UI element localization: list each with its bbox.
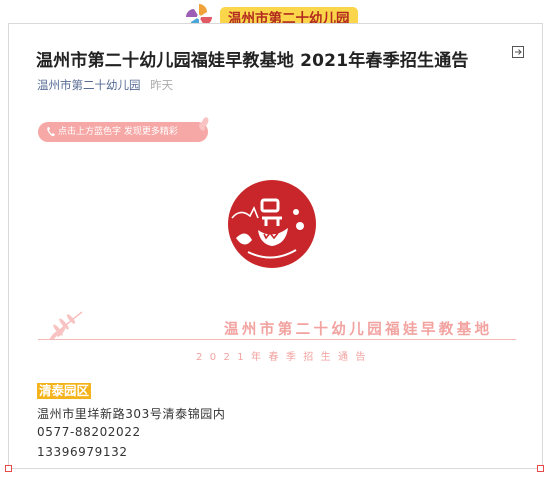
phone-icon: [47, 127, 55, 137]
campus-phone[interactable]: 0577-88202022: [37, 425, 141, 439]
resize-handle-bottom-left[interactable]: [5, 465, 12, 472]
publish-time: 昨天: [150, 78, 174, 92]
account-link[interactable]: 温州市第二十幼儿园: [37, 78, 141, 92]
banner-title: 温州市第二十幼儿园福娃早教基地: [224, 322, 493, 338]
campus-mobile[interactable]: 13396979132: [37, 445, 128, 459]
campus-name: 清泰园区: [37, 383, 92, 399]
article-meta: 温州市第二十幼儿园 昨天: [37, 77, 173, 93]
article-title: 温州市第二十幼儿园福娃早教基地 2021年春季招生通告: [36, 51, 469, 71]
resize-handle-bottom-right[interactable]: [537, 465, 544, 472]
school-logo: [228, 180, 316, 268]
exit-icon[interactable]: [512, 46, 524, 58]
campus-address: 温州市里垟新路303号清泰锦园内: [37, 407, 226, 421]
banner-subtitle: 2021年春季招生通告: [196, 352, 373, 363]
fern-icon: [49, 311, 83, 340]
follow-prompt: 点击上方蓝色字 发现更多精彩: [38, 117, 209, 142]
follow-prompt-text: 点击上方蓝色字 发现更多精彩: [58, 127, 178, 137]
leaves-icon: [199, 117, 209, 131]
article-banner: 温州市第二十幼儿园福娃早教基地 2021年春季招生通告: [38, 308, 518, 368]
banner-divider: [38, 339, 516, 340]
